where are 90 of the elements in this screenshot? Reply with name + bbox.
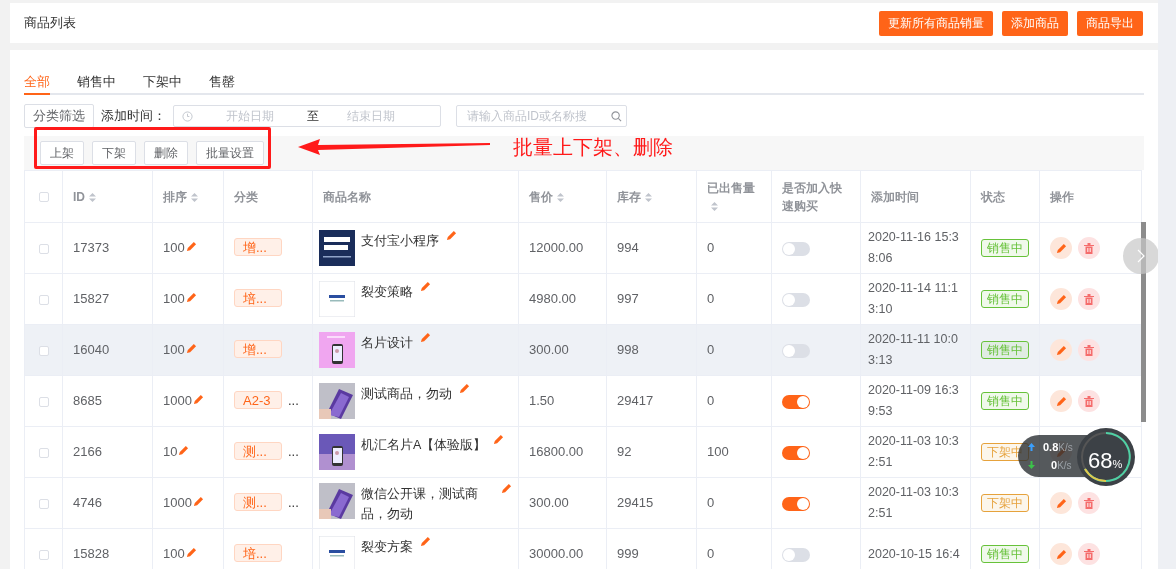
status-tag: 下架中 [981, 494, 1029, 513]
sort-value: 100 [163, 240, 185, 256]
category-tag: 培... [234, 289, 282, 308]
sold-count: 0 [707, 240, 715, 256]
sort-value: 100 [163, 546, 185, 562]
product-name[interactable]: 测试商品，勿动 [361, 383, 452, 404]
category-tag: 增... [234, 238, 282, 257]
id-text: 16040 [73, 342, 110, 358]
speed-unit: K/s [1058, 440, 1073, 455]
status-tag: 销售中 [981, 239, 1029, 258]
stock-text: 998 [617, 342, 639, 358]
product-name[interactable]: 名片设计 [361, 332, 413, 353]
status-tag: 销售中 [981, 545, 1029, 564]
product-name[interactable]: 支付宝小程序 [361, 230, 439, 251]
speed-unit: K/s [1057, 459, 1072, 473]
price-text: 4980.00 [529, 291, 576, 307]
sort-value: 1000 [163, 393, 192, 409]
price-text: 12000.00 [529, 240, 584, 256]
status-tag: 销售中 [981, 290, 1029, 309]
id-text: 8685 [73, 393, 102, 409]
category-tag: 测... [234, 493, 282, 512]
page-title: 商品列表 [24, 14, 76, 33]
batch-action-button[interactable]: 删除 [144, 141, 188, 165]
stock-text: 994 [617, 240, 639, 256]
stock-text: 997 [617, 291, 639, 307]
annotation-text: 批量上下架、删除 [513, 135, 673, 160]
id-text: 17373 [73, 240, 110, 256]
column-header: 分类 [234, 189, 258, 204]
added-time: 2020-11-03 10:32:51 [868, 434, 959, 469]
sold-count: 0 [707, 393, 715, 409]
added-time: 2020-11-16 15:38:06 [868, 230, 959, 265]
price-text: 16800.00 [529, 444, 584, 460]
stock-text: 999 [617, 546, 639, 562]
id-text: 15828 [73, 546, 110, 562]
category-tag: A2-3 [234, 391, 282, 410]
category-tag: 培... [234, 544, 282, 563]
batch-action-button[interactable]: 下架 [92, 141, 136, 165]
usage-percent: 68 [1088, 447, 1113, 475]
category-filter-button[interactable]: 分类筛选 [24, 104, 94, 128]
batch-action-button[interactable]: 批量设置 [196, 141, 264, 165]
sort-value: 100 [163, 291, 185, 307]
product-name[interactable]: 裂变方案 [361, 536, 413, 557]
category-tag: 测... [234, 442, 282, 461]
batch-action-button[interactable]: 上架 [40, 141, 84, 165]
added-time: 2020-11-03 10:32:51 [868, 485, 959, 520]
added-time: 2020-11-09 16:39:53 [868, 383, 959, 418]
column-header: 状态 [981, 189, 1005, 204]
price-text: 300.00 [529, 342, 569, 358]
price-text: 30000.00 [529, 546, 584, 562]
status-tag: 销售中 [981, 341, 1029, 360]
tab[interactable]: 售罄 [209, 72, 235, 95]
column-header: 操作 [1050, 189, 1074, 204]
column-header: 是否加入快速购买 [782, 180, 842, 213]
sold-count: 0 [707, 546, 715, 562]
id-text: 2166 [73, 444, 102, 460]
status-tag: 销售中 [981, 392, 1029, 411]
sold-count: 100 [707, 444, 729, 460]
column-header: 添加时间 [871, 189, 919, 204]
sort-value: 100 [163, 342, 185, 358]
sold-count: 0 [707, 342, 715, 358]
sold-count: 0 [707, 495, 715, 511]
more-indicator: ... [288, 444, 299, 460]
more-indicator: ... [288, 393, 299, 409]
tab[interactable]: 下架中 [143, 72, 182, 95]
time-label: 添加时间： [101, 107, 166, 126]
added-time: 2020-10-15 16:4 [868, 546, 960, 561]
sold-count: 0 [707, 291, 715, 307]
upload-speed: 0.8 [1043, 439, 1059, 455]
id-text: 4746 [73, 495, 102, 511]
start-date-placeholder: 开始日期 [226, 108, 274, 125]
stock-text: 92 [617, 444, 632, 460]
percent-sign: % [1112, 458, 1123, 472]
end-date-placeholder: 结束日期 [347, 108, 395, 125]
added-time: 2020-11-11 10:03:13 [868, 332, 958, 367]
more-indicator: ... [288, 495, 299, 511]
tab[interactable]: 销售中 [77, 72, 116, 95]
price-text: 1.50 [529, 393, 555, 409]
stock-text: 29417 [617, 393, 654, 409]
price-text: 300.00 [529, 495, 569, 511]
range-separator: 至 [307, 108, 319, 125]
stock-text: 29415 [617, 495, 654, 511]
sort-value: 1000 [163, 495, 192, 511]
column-header: 商品名称 [323, 189, 371, 204]
download-speed: 0 [1051, 458, 1058, 473]
product-name[interactable]: 裂变策略 [361, 281, 413, 302]
date-range-field[interactable]: 开始日期 至 结束日期 [173, 105, 441, 127]
id-text: 15827 [73, 291, 110, 307]
added-time: 2020-11-14 11:13:10 [868, 281, 958, 316]
sort-value: 10 [163, 444, 178, 460]
category-tag: 增... [234, 340, 282, 359]
